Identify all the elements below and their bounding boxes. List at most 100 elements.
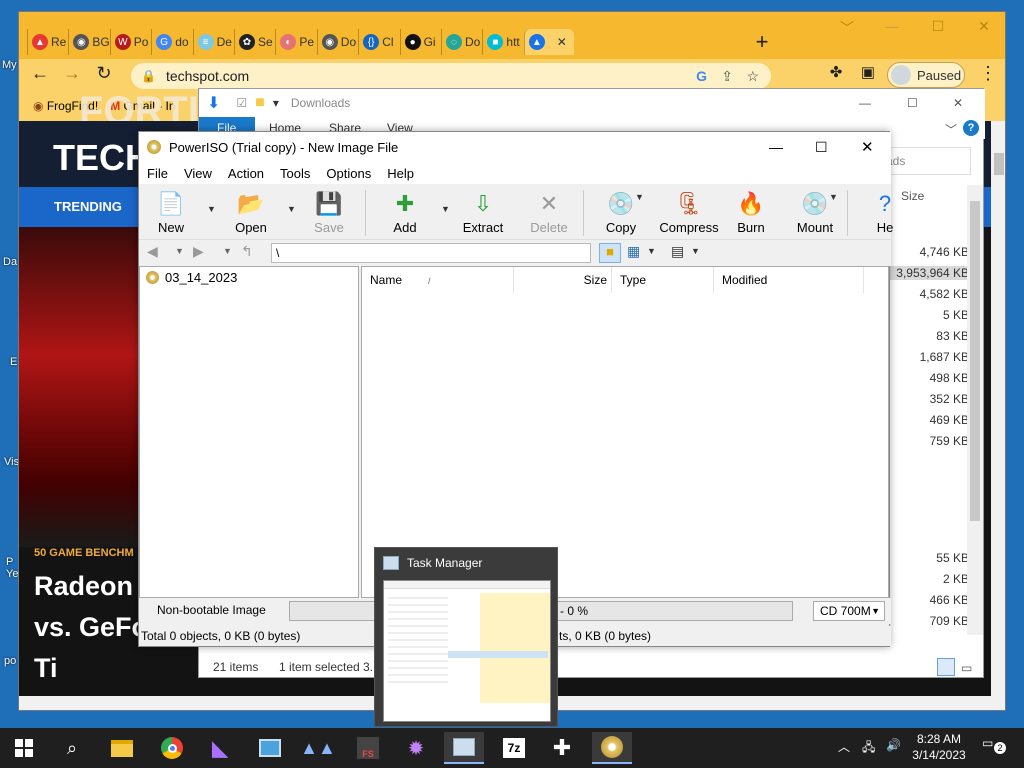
file-size-cell[interactable]: 3,953,964 KB — [889, 266, 969, 280]
search-icon[interactable]: ⌕ — [52, 732, 92, 764]
file-size-cell[interactable]: 466 KB — [879, 593, 969, 607]
file-explorer-taskbar-icon[interactable] — [102, 732, 142, 764]
chrome-min-button[interactable]: — — [869, 18, 915, 34]
control-panel-taskbar-icon[interactable] — [250, 732, 290, 764]
poweriso-minimize-button[interactable]: — — [769, 139, 783, 155]
extensions-icon[interactable]: ✤ — [823, 63, 849, 81]
network-icon[interactable]: 🖧 — [862, 738, 875, 759]
share-icon[interactable]: ⇪ — [721, 68, 733, 85]
file-size-cell[interactable]: 4,746 KB — [879, 245, 969, 259]
column-name[interactable]: Name / — [362, 267, 514, 293]
tab-close-icon[interactable]: ✕ — [557, 35, 567, 49]
tab-3[interactable]: Gdo — [151, 29, 192, 55]
copy-dropdown-icon[interactable]: ▼ — [635, 192, 644, 202]
article-headline[interactable]: Radeon vs. GeFo Ti — [34, 566, 148, 689]
menu-options[interactable]: Options — [318, 166, 379, 181]
tab-8[interactable]: {} Cl — [358, 29, 399, 55]
layout-dropdown-icon[interactable]: ▼ — [691, 246, 700, 256]
explorer-close-button[interactable]: ✕ — [953, 96, 963, 110]
profile-button[interactable]: Paused — [887, 62, 965, 88]
explorer-maximize-button[interactable]: ☐ — [907, 96, 918, 110]
desktop-label-3[interactable]: E — [10, 356, 17, 368]
tab-5[interactable]: ✿ Se — [234, 29, 275, 55]
file-size-cell[interactable]: 469 KB — [879, 413, 969, 427]
reload-button[interactable]: ↻ — [91, 63, 117, 84]
open-dropdown-icon[interactable]: ▼ — [287, 204, 296, 214]
volume-icon[interactable]: 🔊 — [886, 738, 901, 752]
page-scrollbar-vertical[interactable] — [991, 121, 1005, 696]
tab-1[interactable]: ◉ BG — [68, 29, 109, 55]
visual-studio-taskbar-icon[interactable]: ◣ — [200, 732, 240, 764]
vmware-taskbar-icon[interactable]: ▲▲ — [298, 732, 338, 764]
tab-2[interactable]: W Po — [109, 29, 151, 55]
column-type[interactable]: Type — [612, 267, 714, 293]
explorer-minimize-button[interactable]: — — [859, 96, 871, 110]
tree-item-root[interactable]: 03_14_2023 — [146, 270, 237, 285]
notifications-button[interactable]: ▭ 2 — [982, 736, 1006, 754]
google-icon[interactable]: G — [696, 68, 707, 84]
mount-dropdown-icon[interactable]: ▼ — [829, 192, 838, 202]
back-dropdown-icon[interactable]: ▼ — [175, 246, 184, 256]
address-bar[interactable]: 🔒 techspot.com G ⇪ ☆ — [131, 63, 771, 89]
tab-6[interactable]: ◐ Pe — [275, 29, 316, 55]
tab-12[interactable]: ▲ ✕ — [523, 29, 574, 55]
burn-button[interactable]: 🔥 Burn — [721, 188, 781, 238]
file-size-cell[interactable]: 709 KB — [879, 614, 969, 628]
file-size-cell[interactable]: 352 KB — [879, 392, 969, 406]
menu-action[interactable]: Action — [220, 166, 272, 181]
tab-4[interactable]: ≡ De — [192, 29, 234, 55]
help-icon[interactable]: ? — [963, 120, 979, 136]
desktop-label-1[interactable]: My — [2, 59, 17, 71]
layout-icon[interactable]: ▤ — [671, 243, 684, 260]
menu-icon[interactable]: ⋮ — [975, 63, 1001, 84]
desktop-label-5[interactable]: P Ye — [6, 556, 18, 580]
new-tab-button[interactable]: + — [749, 29, 775, 55]
clock[interactable]: 8:28 AM 3/14/2023 — [908, 731, 970, 763]
desktop-label-6[interactable]: po — [4, 655, 16, 667]
menu-file[interactable]: File — [139, 166, 176, 181]
site-logo[interactable]: TECH — [53, 137, 151, 179]
file-size-cell[interactable]: 83 KB — [879, 329, 969, 343]
file-size-cell[interactable]: 55 KB — [879, 551, 969, 565]
new-button[interactable]: 📄 New — [141, 188, 201, 238]
trending-link[interactable]: TRENDING — [54, 199, 122, 214]
file-size-cell[interactable]: 4,582 KB — [879, 287, 969, 301]
file-size-cell[interactable]: 5 KB — [879, 308, 969, 322]
folder-view-icon[interactable]: ■ — [599, 243, 621, 263]
chrome-minimize-button[interactable]: ﹀ — [824, 18, 870, 38]
7zip-taskbar-icon[interactable]: 7z — [494, 732, 534, 764]
add-button[interactable]: ✚ Add — [375, 188, 435, 238]
forward-button[interactable]: → — [59, 63, 85, 84]
menu-help[interactable]: Help — [379, 166, 422, 181]
forward-nav-icon[interactable]: ▶ — [193, 243, 204, 260]
gamepad-taskbar-icon[interactable]: ✚ — [542, 732, 582, 764]
tab-0[interactable]: ▲ Re — [27, 29, 68, 55]
tab-11[interactable]: ■ htt — [482, 29, 523, 55]
sidepanel-icon[interactable]: ▣ — [855, 63, 881, 81]
column-size[interactable]: Size — [514, 267, 612, 293]
details-view-icon[interactable] — [937, 658, 955, 676]
tab-7[interactable]: ◉ Do — [316, 29, 358, 55]
back-nav-icon[interactable]: ◀ — [147, 243, 158, 260]
hero-image[interactable] — [19, 227, 139, 547]
desktop-label-2[interactable]: Da — [3, 256, 17, 268]
poweriso-maximize-button[interactable]: ☐ — [815, 139, 828, 156]
chrome-close-button[interactable]: ✕ — [961, 18, 1005, 35]
tiles-view-icon[interactable]: ▭ — [961, 658, 972, 678]
add-dropdown-icon[interactable]: ▼ — [441, 204, 450, 214]
tab-10[interactable]: ◌ Do — [441, 29, 482, 55]
compress-button[interactable]: 🗜 Compress — [659, 188, 719, 238]
menu-tools[interactable]: Tools — [272, 166, 318, 181]
column-modified[interactable]: Modified — [714, 267, 864, 293]
delete-button[interactable]: ✕ Delete — [519, 188, 579, 238]
media-size-select[interactable]: CD 700M ▼ — [813, 601, 885, 621]
checkbox-icon[interactable]: ☑ — [236, 96, 247, 110]
tab-9[interactable]: ● Gi — [399, 29, 441, 55]
save-button[interactable]: 💾 Save — [299, 188, 359, 238]
desktop-label-4[interactable]: Vis — [4, 456, 19, 468]
he-button[interactable]: ? He — [855, 188, 915, 238]
taskmanager-preview[interactable]: Task Manager — [374, 547, 558, 727]
tray-overflow-icon[interactable]: ︿ — [838, 738, 850, 755]
view-mode-dropdown-icon[interactable]: ▼ — [647, 246, 656, 256]
forward-dropdown-icon[interactable]: ▼ — [223, 246, 232, 256]
